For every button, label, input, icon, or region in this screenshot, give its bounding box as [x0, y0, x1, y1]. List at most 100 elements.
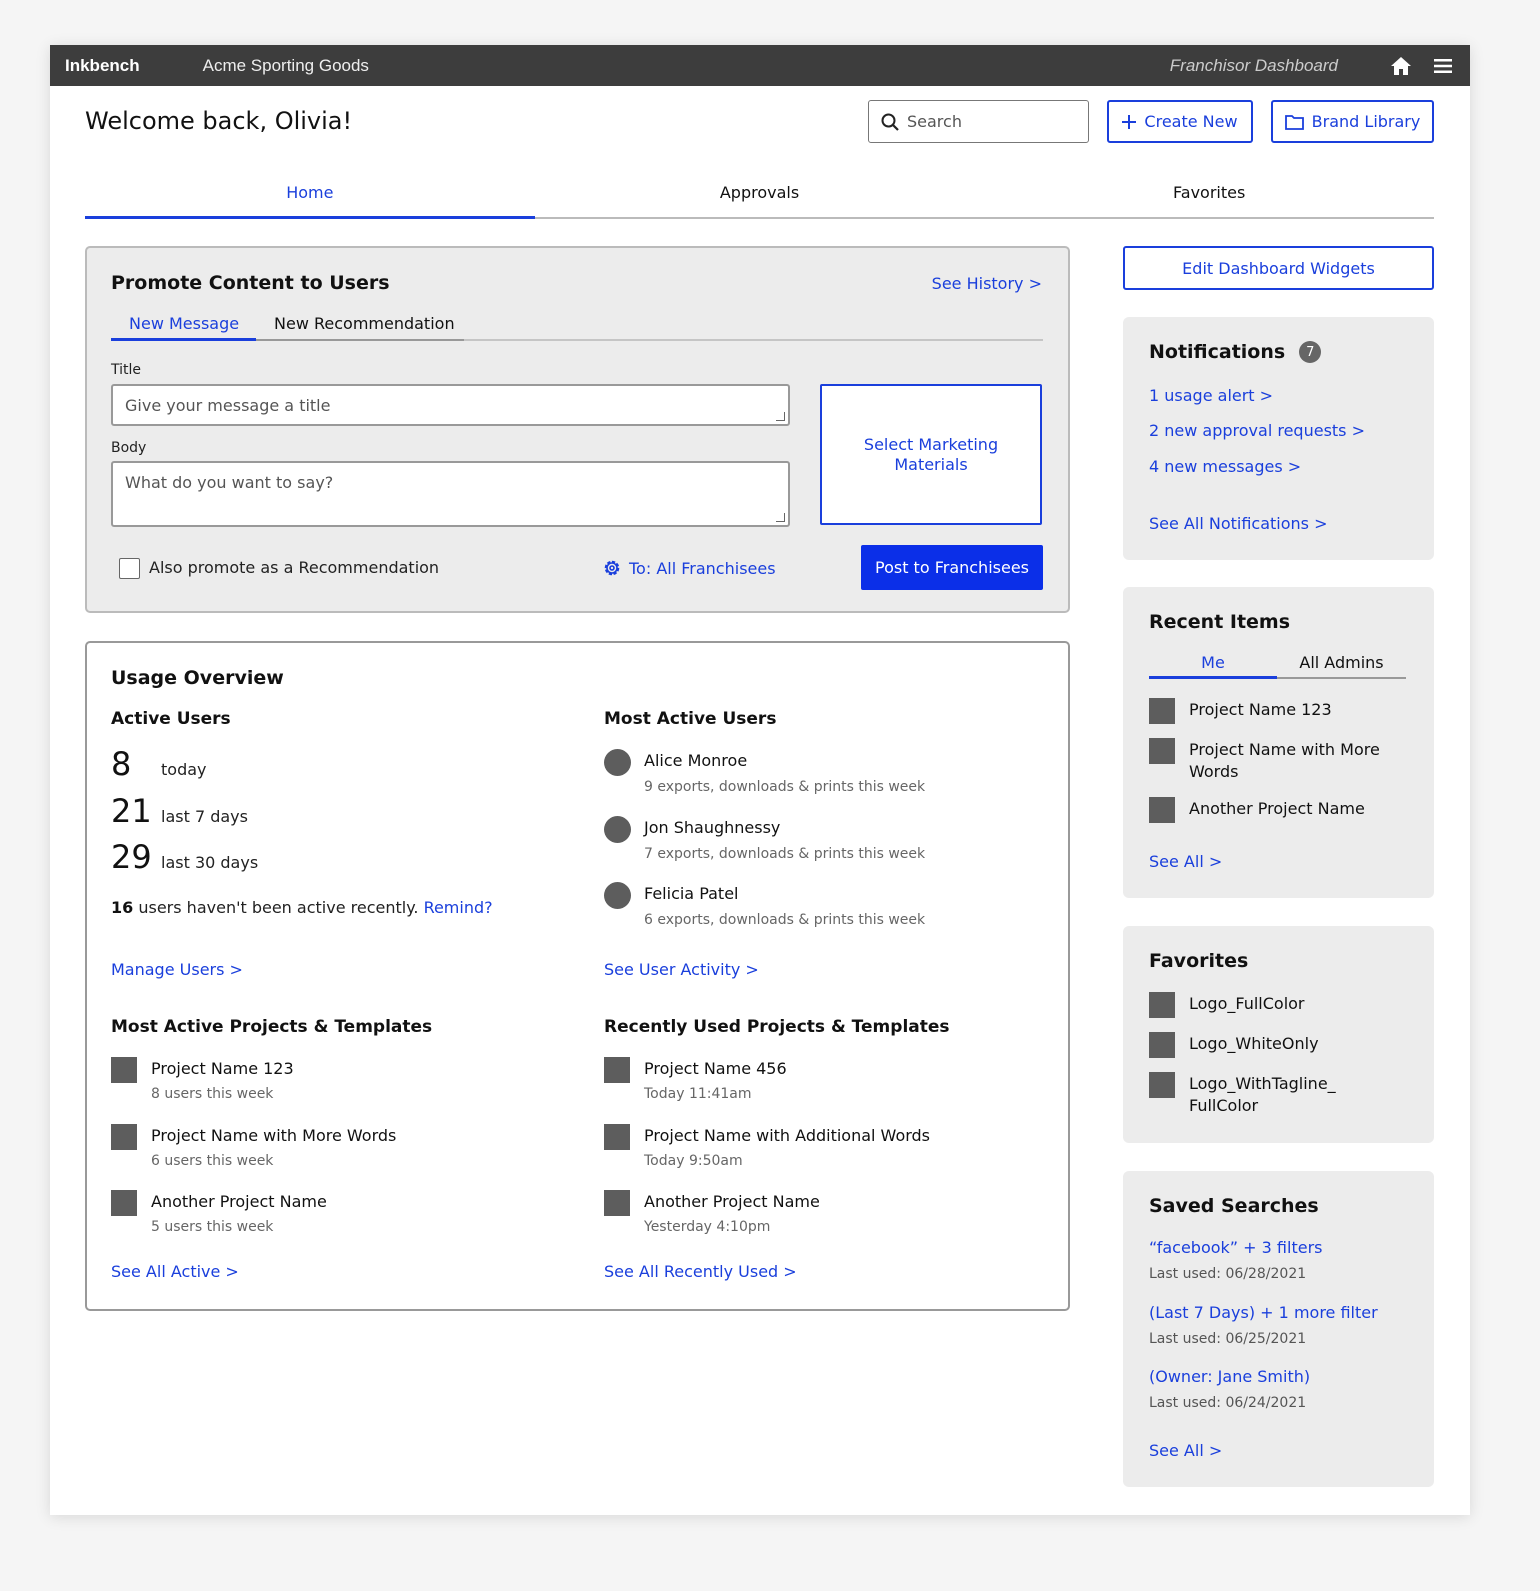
recent-items-card: Recent Items Me All Admins Project Name … [1123, 587, 1434, 898]
brand-logo[interactable]: Inkbench [65, 56, 140, 76]
recent-items-title: Recent Items [1149, 611, 1291, 633]
saved-search-link[interactable]: “facebook” + 3 filters [1149, 1238, 1322, 1257]
tab-approvals[interactable]: Approvals [535, 173, 985, 217]
project-thumbnail [111, 1190, 137, 1216]
user-activity: 7 exports, downloads & prints this week [644, 846, 926, 862]
approval-requests-link[interactable]: 2 new approval requests > [1149, 421, 1365, 440]
project-timestamp: Yesterday 4:10pm [644, 1219, 771, 1235]
body-label: Body [111, 440, 147, 456]
user-name: Jon Shaughnessy [644, 818, 781, 837]
plus-icon [1122, 114, 1137, 129]
brand-library-button[interactable]: Brand Library [1271, 100, 1434, 143]
user-name: Felicia Patel [644, 884, 739, 903]
inactive-message: users haven't been active recently. [138, 898, 419, 917]
promote-content-card: Promote Content to Users See History > N… [85, 246, 1070, 613]
saved-search-link[interactable]: (Last 7 Days) + 1 more filter [1149, 1303, 1378, 1322]
project-usage: 6 users this week [151, 1153, 274, 1169]
recent-projects-heading: Recently Used Projects & Templates [604, 1017, 950, 1037]
item-thumbnail [1149, 992, 1175, 1018]
project-thumbnail [604, 1124, 630, 1150]
notifications-heading: Notifications 7 [1149, 341, 1322, 363]
saved-search-link[interactable]: (Owner: Jane Smith) [1149, 1367, 1310, 1386]
see-user-activity-link[interactable]: See User Activity > [604, 960, 759, 979]
create-new-label: Create New [1144, 112, 1238, 131]
stat-label: today [161, 760, 207, 779]
home-icon[interactable] [1390, 56, 1412, 76]
subtab-new-recommendation[interactable]: New Recommendation [274, 314, 455, 333]
tab-favorites[interactable]: Favorites [984, 173, 1434, 217]
select-marketing-materials-button[interactable]: Select Marketing Materials [820, 384, 1042, 525]
menu-icon[interactable] [1434, 58, 1452, 74]
usage-alert-link[interactable]: 1 usage alert > [1149, 386, 1273, 405]
promote-title: Promote Content to Users [111, 272, 390, 294]
project-name: Another Project Name [644, 1192, 820, 1211]
avatar [604, 882, 631, 909]
stat-label: last 7 days [161, 807, 248, 826]
promote-recommendation-checkbox[interactable] [119, 558, 140, 579]
recent-see-all-link[interactable]: See All > [1149, 852, 1222, 871]
project-thumbnail [111, 1057, 137, 1083]
subtab-active-indicator [111, 338, 256, 341]
notification-count-badge: 7 [1299, 341, 1322, 363]
saved-searches-see-all-link[interactable]: See All > [1149, 1441, 1222, 1460]
item-name: Logo_WithTagline_ FullColor [1189, 1074, 1336, 1115]
saved-searches-card: Saved Searches “facebook” + 3 filters La… [1123, 1171, 1434, 1487]
edit-dashboard-widgets-button[interactable]: Edit Dashboard Widgets [1123, 246, 1434, 290]
post-to-franchisees-button[interactable]: Post to Franchisees [861, 545, 1043, 590]
title-field[interactable]: Give your message a title [111, 384, 790, 426]
project-name: Project Name with More Words [151, 1126, 397, 1145]
see-history-link[interactable]: See History > [932, 274, 1042, 293]
avatar [604, 749, 631, 776]
project-thumbnail [111, 1124, 137, 1150]
favorites-title: Favorites [1149, 950, 1249, 972]
audience-selector[interactable]: To: All Franchisees [602, 558, 776, 578]
topbar-right: Franchisor Dashboard [1170, 45, 1452, 86]
item-name: Another Project Name [1189, 799, 1365, 818]
subtab-new-message[interactable]: New Message [129, 314, 239, 333]
favorites-card: Favorites Logo_FullColor Logo_WhiteOnly … [1123, 926, 1434, 1143]
subtab-underline [256, 339, 464, 341]
project-timestamp: Today 9:50am [644, 1153, 743, 1169]
see-all-active-link[interactable]: See All Active > [111, 1262, 239, 1281]
saved-search-last-used: Last used: 06/28/2021 [1149, 1266, 1307, 1282]
stat-today: 8 today [111, 745, 207, 783]
top-bar: Inkbench Acme Sporting Goods Franchisor … [50, 45, 1470, 86]
project-name: Project Name 456 [644, 1059, 787, 1078]
body-field[interactable]: What do you want to say? [111, 461, 790, 527]
org-name: Acme Sporting Goods [202, 55, 369, 75]
avatar [604, 816, 631, 843]
search-placeholder: Search [907, 112, 962, 131]
remind-link[interactable]: Remind? [424, 898, 493, 917]
dashboard-title: Franchisor Dashboard [1169, 55, 1338, 75]
manage-users-link[interactable]: Manage Users > [111, 960, 243, 979]
saved-search-last-used: Last used: 06/24/2021 [1149, 1395, 1307, 1411]
stat-value: 21 [111, 792, 152, 830]
usage-title: Usage Overview [111, 667, 284, 689]
tab-me[interactable]: Me [1149, 653, 1277, 672]
search-icon [881, 113, 899, 131]
user-activity: 6 exports, downloads & prints this week [644, 912, 926, 928]
gear-icon [602, 558, 622, 578]
item-thumbnail [1149, 797, 1175, 823]
item-name: Project Name with More Words [1189, 740, 1380, 781]
see-all-recent-link[interactable]: See All Recently Used > [604, 1262, 797, 1281]
promote-recommendation-label: Also promote as a Recommendation [149, 558, 440, 577]
item-thumbnail [1149, 1072, 1175, 1098]
user-name: Alice Monroe [644, 751, 748, 770]
folder-icon [1284, 114, 1304, 130]
recent-items-tabs: Me All Admins [1149, 649, 1406, 679]
tab-home[interactable]: Home [85, 173, 535, 219]
search-input[interactable]: Search [868, 100, 1089, 143]
recent-tab-indicator [1149, 676, 1277, 679]
stat-value: 8 [111, 745, 132, 783]
item-thumbnail [1149, 738, 1175, 764]
see-all-notifications-link[interactable]: See All Notifications > [1149, 514, 1327, 533]
main-tabs: Home Approvals Favorites [85, 173, 1434, 219]
item-name: Project Name 123 [1189, 700, 1332, 719]
item-name: Logo_FullColor [1189, 994, 1305, 1013]
new-messages-link[interactable]: 4 new messages > [1149, 457, 1301, 476]
create-new-button[interactable]: Create New [1107, 100, 1253, 143]
usage-overview-card: Usage Overview Active Users 8 today 21 l… [85, 641, 1070, 1311]
item-thumbnail [1149, 1032, 1175, 1058]
tab-all-admins[interactable]: All Admins [1277, 653, 1406, 672]
